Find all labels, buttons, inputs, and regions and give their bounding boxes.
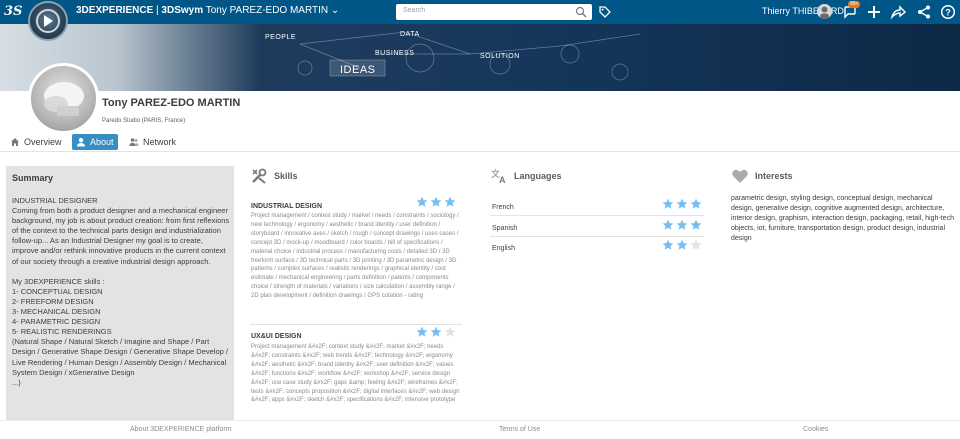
- star-filled-icon: [676, 219, 688, 230]
- language-row: English: [490, 237, 704, 257]
- skills-column: Skills INDUSTRIAL DESIGN Project managem…: [250, 166, 462, 420]
- context-user[interactable]: Tony PAREZ-EDO MARTIN: [206, 5, 328, 16]
- summary-text: INDUSTRIAL DESIGNER Coming from both a p…: [12, 196, 230, 387]
- language-row: Spanish: [490, 217, 704, 237]
- search-input[interactable]: Search: [396, 4, 592, 20]
- star-filled-icon: [430, 326, 442, 337]
- network-share-icon[interactable]: [916, 4, 932, 20]
- platform-title: 3DEXPERIENCE | 3DSwym Tony PAREZ-EDO MAR…: [76, 5, 339, 16]
- about-platform-link[interactable]: About 3DEXPERIENCE platform: [130, 426, 232, 433]
- help-icon[interactable]: ?: [940, 4, 956, 20]
- languages-title: Languages: [514, 171, 562, 181]
- star-filled-icon: [416, 326, 428, 337]
- profile-banner: PEOPLE DATA BUSINESS IDEAS SOLUTION: [0, 24, 960, 91]
- star-filled-icon: [662, 198, 674, 209]
- translate-icon: 文A: [491, 168, 506, 185]
- summary-panel: Summary INDUSTRIAL DESIGNER Coming from …: [6, 166, 234, 439]
- star-filled-icon: [430, 196, 442, 207]
- interests-title: Interests: [755, 171, 793, 181]
- skill-rating: [416, 196, 456, 208]
- tag-icon[interactable]: [598, 5, 612, 19]
- language-row: French: [490, 196, 704, 216]
- people-icon: [129, 138, 139, 146]
- user-icon: [77, 138, 85, 147]
- star-filled-icon: [676, 198, 688, 209]
- tab-label: About: [90, 137, 114, 147]
- dassault-logo[interactable]: 3S: [4, 2, 24, 22]
- star-filled-icon: [690, 219, 702, 230]
- interests-header: Interests: [731, 166, 793, 186]
- banner-word: SOLUTION: [480, 53, 520, 60]
- star-empty-icon: [690, 239, 702, 250]
- interests-column: Interests parametric design, styling des…: [731, 166, 955, 266]
- language-rating: [662, 219, 702, 231]
- notification-badge: 99+: [848, 1, 861, 8]
- chevron-down-icon[interactable]: ⌄: [331, 5, 339, 16]
- skill-description: Project management &#x2F; context study …: [251, 344, 460, 404]
- star-filled-icon: [662, 219, 674, 230]
- svg-text:A: A: [499, 175, 506, 185]
- summary-title: Summary: [12, 173, 54, 183]
- search-placeholder: Search: [403, 7, 426, 14]
- search-icon[interactable]: [575, 6, 587, 18]
- svg-text:?: ?: [945, 8, 951, 18]
- language-name: Spanish: [492, 225, 518, 232]
- heart-icon: [732, 169, 748, 183]
- cookies-link[interactable]: Cookies: [803, 426, 828, 433]
- profile-name: Tony PAREZ-EDO MARTIN: [102, 97, 241, 109]
- star-filled-icon: [676, 239, 688, 250]
- language-rating: [662, 239, 702, 251]
- home-icon: [11, 138, 19, 146]
- languages-header: 文A Languages: [490, 166, 562, 186]
- skills-header: Skills: [250, 166, 298, 186]
- banner-word: BUSINESS: [375, 50, 415, 57]
- skill-rating: [416, 326, 456, 338]
- skill-name: INDUSTRIAL DESIGN: [251, 203, 323, 210]
- compass-button[interactable]: [28, 1, 68, 41]
- languages-column: 文A Languages French Spanish English: [490, 166, 704, 266]
- banner-word: DATA: [400, 31, 420, 38]
- star-filled-icon: [690, 198, 702, 209]
- terms-of-use-link[interactable]: Terms of Use: [499, 426, 540, 433]
- star-filled-icon: [662, 239, 674, 250]
- skill-divider: [250, 324, 462, 325]
- language-rating: [662, 198, 702, 210]
- star-filled-icon: [416, 196, 428, 207]
- footer: About 3DEXPERIENCE platform Terms of Use…: [0, 420, 960, 439]
- tab-overview[interactable]: Overview: [6, 134, 66, 150]
- play-icon: [44, 15, 53, 27]
- language-name: English: [492, 245, 515, 252]
- user-avatar[interactable]: [817, 4, 832, 19]
- banner-word: PEOPLE: [265, 34, 297, 41]
- tab-about[interactable]: About: [72, 134, 118, 150]
- star-filled-icon: [444, 196, 456, 207]
- profile-company[interactable]: Paredo Studio (PARIS, France): [102, 118, 185, 124]
- language-name: French: [492, 204, 514, 211]
- interests-text: parametric design, styling design, conce…: [731, 195, 954, 242]
- app-name: 3DSwym: [161, 5, 204, 16]
- tab-label: Network: [143, 137, 177, 147]
- tools-icon: [252, 168, 267, 184]
- top-bar: 3S 3DEXPERIENCE | 3DSwym Tony PAREZ-EDO …: [0, 0, 960, 24]
- banner-word: IDEAS: [340, 64, 376, 76]
- skill-description: Project management / contest study / mar…: [251, 213, 459, 300]
- profile-tabs: Overview About Network: [0, 133, 960, 152]
- brand-name: 3DEXPERIENCE: [76, 5, 154, 16]
- tab-network[interactable]: Network: [125, 134, 180, 150]
- skills-title: Skills: [274, 171, 298, 181]
- skill-name: UX&UI DESIGN: [251, 333, 302, 340]
- tab-label: Overview: [24, 137, 62, 147]
- share-arrow-icon[interactable]: [890, 4, 906, 20]
- plus-icon[interactable]: [866, 4, 882, 20]
- star-empty-icon: [444, 326, 456, 337]
- profile-avatar[interactable]: [28, 63, 99, 134]
